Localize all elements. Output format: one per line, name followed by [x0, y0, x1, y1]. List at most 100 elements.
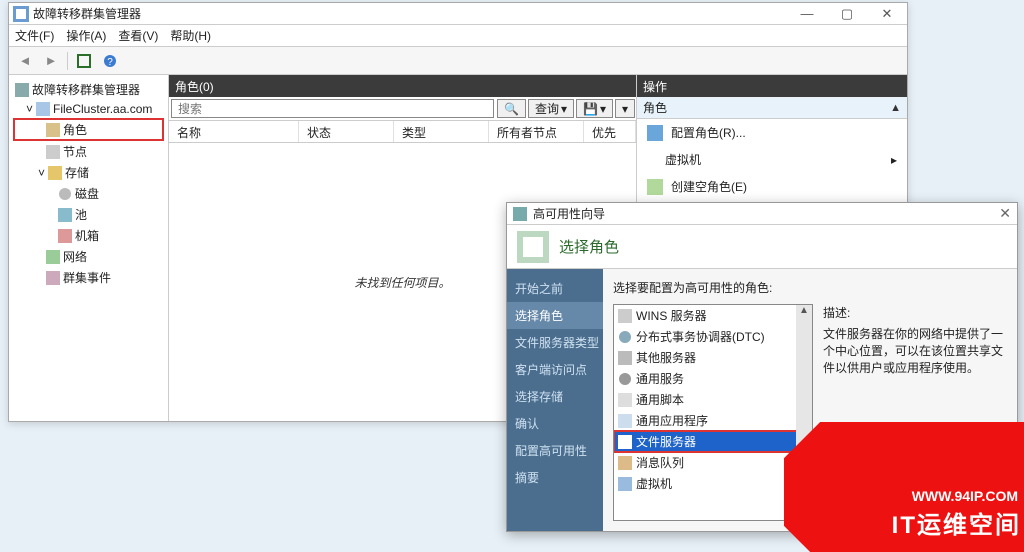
role-item-generic-app[interactable]: 通用应用程序 [614, 410, 812, 431]
tree-roles[interactable]: 角色 [13, 118, 164, 141]
window-title: 故障转移群集管理器 [33, 5, 787, 22]
tree-disks-label: 磁盘 [75, 185, 99, 202]
tree-nodes-label: 节点 [63, 143, 87, 160]
expand-icon[interactable]: ˅ [38, 166, 45, 180]
app-icon [13, 6, 29, 22]
nav-confirm[interactable]: 确认 [507, 410, 603, 437]
wizard-body: 开始之前 选择角色 文件服务器类型 客户端访问点 选择存储 确认 配置高可用性 … [507, 269, 1017, 531]
role-item-msmq[interactable]: 消息队列 [614, 452, 812, 473]
tree-pools[interactable]: 池 [13, 204, 164, 225]
menu-action[interactable]: 操作(A) [66, 27, 106, 44]
more-button[interactable]: ▾ [615, 99, 635, 118]
role-item-generic-service[interactable]: 通用服务 [614, 368, 812, 389]
col-priority[interactable]: 优先 [584, 121, 636, 142]
scrollbar[interactable]: ▲▼ [796, 305, 812, 520]
role-icon [618, 477, 632, 491]
toolbar-refresh[interactable] [74, 51, 94, 71]
action-create-empty-role-label: 创建空角色(E) [671, 178, 747, 195]
menu-file[interactable]: 文件(F) [15, 27, 54, 44]
tree-root[interactable]: 故障转移群集管理器 [13, 79, 164, 100]
create-empty-role-icon [647, 179, 663, 195]
search-row: 🔍 查询 ▾ 💾 ▾ ▾ [169, 97, 636, 121]
nav-summary[interactable]: 摘要 [507, 464, 603, 491]
svg-text:?: ? [107, 57, 113, 68]
role-listbox[interactable]: WINS 服务器 分布式事务协调器(DTC) 其他服务器 通用服务 [613, 304, 813, 521]
tree-events[interactable]: 群集事件 [13, 267, 164, 288]
actions-title: 操作 [637, 75, 907, 97]
window-titlebar: 故障转移群集管理器 — ▢ ✕ [9, 3, 907, 25]
menu-help[interactable]: 帮助(H) [170, 27, 211, 44]
toolbar: ◄ ► ? [9, 47, 907, 75]
nav-select-storage[interactable]: 选择存储 [507, 383, 603, 410]
description-text: 文件服务器在你的网络中提供了一个中心位置，可以在该位置共享文件以供用户或应用程序… [823, 325, 1007, 376]
role-item-vm[interactable]: 虚拟机 [614, 473, 812, 494]
tree-storage[interactable]: ˅ 存储 [13, 162, 164, 183]
wizard-heading: 选择角色 [559, 236, 619, 257]
tree-root-label: 故障转移群集管理器 [32, 81, 140, 98]
wizard-close-button[interactable]: ✕ [999, 205, 1011, 222]
nav-before[interactable]: 开始之前 [507, 275, 603, 302]
role-icon [618, 330, 632, 344]
chevron-right-icon: ▸ [891, 153, 897, 167]
wizard-sidenav: 开始之前 选择角色 文件服务器类型 客户端访问点 选择存储 确认 配置高可用性 … [507, 269, 603, 531]
wizard-title: 高可用性向导 [533, 205, 605, 222]
tree-networks[interactable]: 网络 [13, 246, 164, 267]
wizard-prompt: 选择要配置为高可用性的角色: [613, 279, 1007, 296]
role-item-label: 虚拟机 [636, 475, 672, 492]
role-description: 描述: 文件服务器在你的网络中提供了一个中心位置，可以在该位置共享文件以供用户或… [823, 304, 1007, 521]
tree-enclosures-label: 机箱 [75, 227, 99, 244]
minimize-button[interactable]: — [787, 3, 827, 25]
toolbar-fwd[interactable]: ► [41, 51, 61, 71]
role-item-generic-script[interactable]: 通用脚本 [614, 389, 812, 410]
wizard-header: 选择角色 [507, 225, 1017, 269]
tree-networks-label: 网络 [63, 248, 87, 265]
window-controls: — ▢ ✕ [787, 3, 907, 25]
role-item-label: 分布式事务协调器(DTC) [636, 328, 765, 345]
col-name[interactable]: 名称 [169, 121, 299, 142]
cluster-icon [15, 83, 29, 97]
wizard-content-row: WINS 服务器 分布式事务协调器(DTC) 其他服务器 通用服务 [613, 304, 1007, 521]
close-button[interactable]: ✕ [867, 3, 907, 25]
description-label: 描述: [823, 304, 1007, 321]
action-create-empty-role[interactable]: 创建空角色(E) [637, 173, 907, 200]
toolbar-back[interactable]: ◄ [15, 51, 35, 71]
query-dropdown[interactable]: 查询 ▾ [528, 99, 574, 118]
tree-cluster[interactable]: ˅ FileCluster.aa.com [13, 100, 164, 118]
nav-cap[interactable]: 客户端访问点 [507, 356, 603, 383]
nodes-icon [46, 145, 60, 159]
chevron-down-icon: ▾ [622, 102, 628, 116]
role-item-file-server[interactable]: 文件服务器 [614, 431, 812, 452]
col-type[interactable]: 类型 [394, 121, 489, 142]
tree-enclosures[interactable]: 机箱 [13, 225, 164, 246]
wizard-heading-icon [517, 231, 549, 263]
col-state[interactable]: 状态 [299, 121, 394, 142]
scroll-up-icon: ▲ [799, 305, 809, 316]
nav-select-role[interactable]: 选择角色 [507, 302, 603, 329]
col-owner[interactable]: 所有者节点 [489, 121, 584, 142]
tree-nodes[interactable]: 节点 [13, 141, 164, 162]
actions-section[interactable]: 角色 ▲ [637, 97, 907, 119]
toolbar-help[interactable]: ? [100, 51, 120, 71]
menu-view[interactable]: 查看(V) [118, 27, 158, 44]
expand-icon[interactable]: ˅ [26, 102, 33, 116]
role-item-label: 消息队列 [636, 454, 684, 471]
save-query-button[interactable]: 💾 ▾ [576, 99, 613, 118]
center-header: 角色(0) [169, 75, 636, 97]
roles-icon [46, 123, 60, 137]
tree-pools-label: 池 [75, 206, 87, 223]
chevron-down-icon: ▾ [600, 102, 606, 116]
action-configure-role[interactable]: 配置角色(R)... [637, 119, 907, 146]
search-icon-button[interactable]: 🔍 [497, 99, 526, 118]
nav-config-ha[interactable]: 配置高可用性 [507, 437, 603, 464]
role-icon [618, 372, 632, 386]
search-input[interactable] [171, 99, 494, 118]
tree-disks[interactable]: 磁盘 [13, 183, 164, 204]
menubar: 文件(F) 操作(A) 查看(V) 帮助(H) [9, 25, 907, 47]
action-configure-role-label: 配置角色(R)... [671, 124, 746, 141]
maximize-button[interactable]: ▢ [827, 3, 867, 25]
role-item-wins[interactable]: WINS 服务器 [614, 305, 812, 326]
nav-fs-type[interactable]: 文件服务器类型 [507, 329, 603, 356]
action-vm[interactable]: 虚拟机 ▸ [637, 146, 907, 173]
role-item-dtc[interactable]: 分布式事务协调器(DTC) [614, 326, 812, 347]
role-item-other[interactable]: 其他服务器 [614, 347, 812, 368]
